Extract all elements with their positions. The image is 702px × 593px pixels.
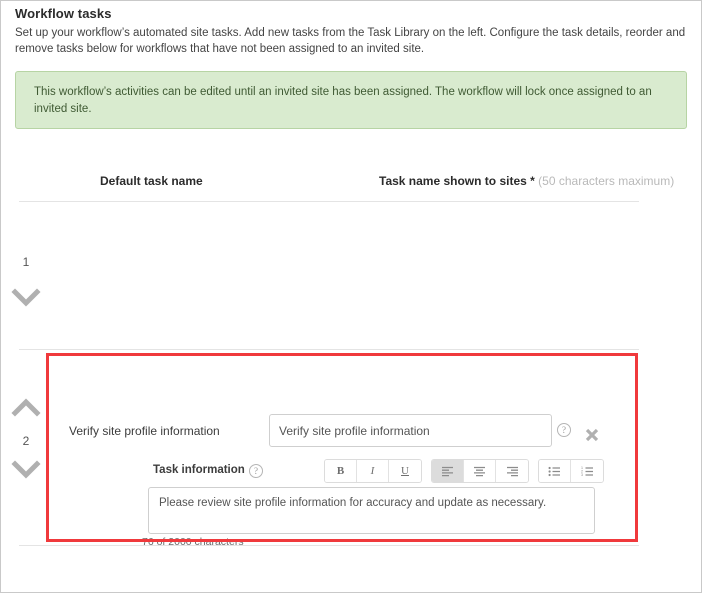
page-title: Workflow tasks bbox=[15, 6, 112, 21]
task-row-3: View protocol ? bbox=[1, 545, 701, 592]
workflow-lock-notice: This workflow’s activities can be edited… bbox=[15, 71, 687, 129]
column-header-sites-hint: (50 characters maximum) bbox=[538, 174, 675, 188]
task-row-2: 2 Sign and return CDA ? Task information… bbox=[1, 349, 701, 545]
task-1-order-number: 1 bbox=[22, 255, 30, 269]
column-header-sites-label: Task name shown to sites * bbox=[379, 174, 535, 188]
workflow-lock-notice-text: This workflow’s activities can be edited… bbox=[34, 86, 652, 115]
column-header-task-name-shown-to-sites: Task name shown to sites * (50 character… bbox=[379, 174, 674, 188]
page-description: Set up your workflow’s automated site ta… bbox=[15, 27, 686, 55]
task-2-move-up-icon[interactable] bbox=[9, 397, 43, 419]
task-1-move-down-icon[interactable] bbox=[9, 287, 43, 309]
task-2-order-number: 2 bbox=[22, 434, 30, 448]
workflow-tasks-page: Workflow tasks Set up your workflow’s au… bbox=[1, 1, 701, 592]
column-header-default-task-name: Default task name bbox=[100, 174, 203, 188]
task-2-move-down-icon[interactable] bbox=[9, 459, 43, 481]
task-row-1: 1 Verify site profile information ? Task… bbox=[1, 201, 701, 548]
